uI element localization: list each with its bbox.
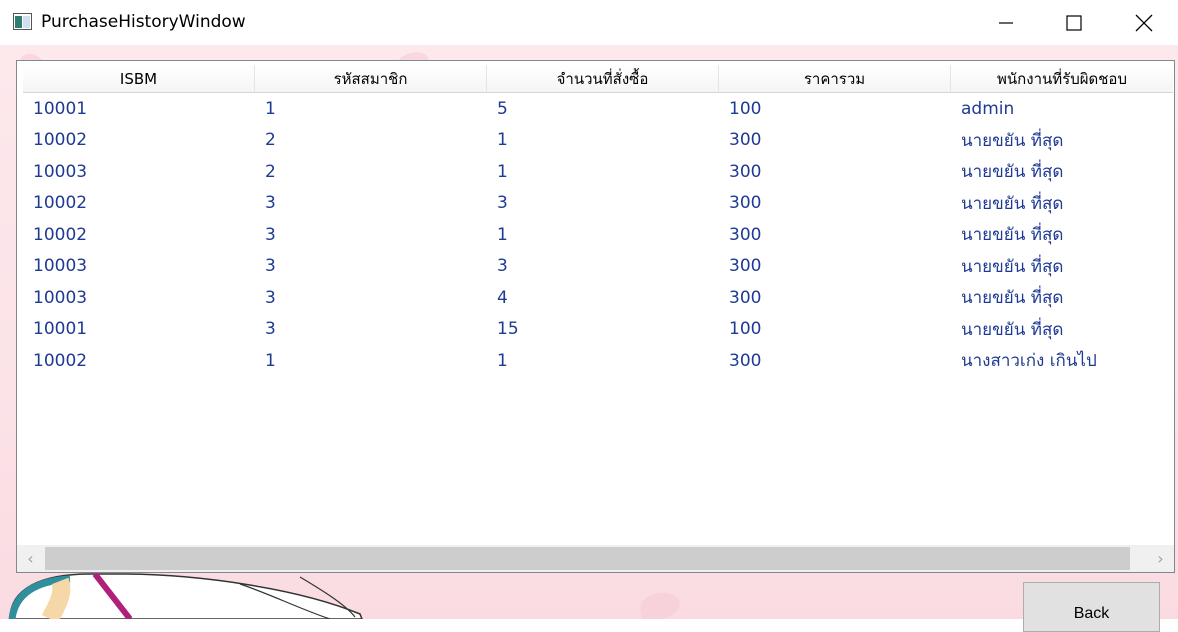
- cell-total-price: 300: [729, 224, 762, 245]
- cell-member-id: 3: [265, 256, 276, 277]
- maximize-icon: [1066, 14, 1082, 31]
- cell-isbm: 10002: [33, 350, 88, 371]
- cell-isbm: 10001: [33, 98, 88, 119]
- cell-staff: นายขยัน ที่สุด: [961, 162, 1064, 183]
- cell-quantity: 4: [497, 287, 508, 308]
- cell-staff: นายขยัน ที่สุด: [961, 130, 1064, 151]
- purchase-history-grid[interactable]: ISBM รหัสสมาชิก จำนวนที่สั่งซื้อ ราคารวม…: [16, 60, 1175, 573]
- cell-total-price: 300: [729, 350, 762, 371]
- close-icon: [1135, 14, 1153, 31]
- close-button[interactable]: [1121, 0, 1167, 45]
- table-row[interactable]: 10002 3 1 300 นายขยัน ที่สุด: [23, 219, 1173, 251]
- minimize-button[interactable]: [983, 0, 1029, 45]
- minimize-icon: [999, 21, 1013, 24]
- cell-total-price: 300: [729, 287, 762, 308]
- grid-rows: 10001 1 5 100 admin 10002 2 1 300 นายขยัน ที่สุด 1…: [23, 93, 1173, 377]
- cell-total-price: 100: [729, 98, 762, 119]
- cell-staff: admin: [961, 98, 1015, 119]
- scroll-thumb[interactable]: [45, 547, 1130, 570]
- cell-member-id: 3: [265, 224, 276, 245]
- cell-member-id: 2: [265, 130, 276, 151]
- grid-header: ISBM รหัสสมาชิก จำนวนที่สั่งซื้อ ราคารวม…: [23, 65, 1173, 93]
- cell-staff: นางสาวเก่ง เกินไป: [961, 351, 1097, 372]
- cell-isbm: 10001: [33, 319, 88, 340]
- table-row[interactable]: 10003 2 1 300 นายขยัน ที่สุด: [23, 156, 1173, 188]
- cell-isbm: 10002: [33, 193, 88, 214]
- cell-quantity: 3: [497, 256, 508, 277]
- back-button[interactable]: Back: [1023, 582, 1160, 632]
- cell-isbm: 10003: [33, 287, 88, 308]
- table-row[interactable]: 10003 3 3 300 นายขยัน ที่สุด: [23, 251, 1173, 283]
- cell-quantity: 1: [497, 350, 508, 371]
- cell-staff: นายขยัน ที่สุด: [961, 319, 1064, 340]
- cell-isbm: 10002: [33, 130, 88, 151]
- column-header-isbm[interactable]: ISBM: [23, 65, 255, 93]
- cell-isbm: 10003: [33, 161, 88, 182]
- cell-staff: นายขยัน ที่สุด: [961, 256, 1064, 277]
- cell-member-id: 2: [265, 161, 276, 182]
- cell-quantity: 5: [497, 98, 508, 119]
- cell-member-id: 3: [265, 193, 276, 214]
- column-header-total-price[interactable]: ราคารวม: [719, 65, 951, 93]
- table-row[interactable]: 10002 3 3 300 นายขยัน ที่สุด: [23, 188, 1173, 220]
- table-row[interactable]: 10003 3 4 300 นายขยัน ที่สุด: [23, 282, 1173, 314]
- table-row[interactable]: 10002 1 1 300 นางสาวเก่ง เกินไป: [23, 345, 1173, 377]
- title-bar: PurchaseHistoryWindow: [0, 0, 1178, 45]
- table-row[interactable]: 10002 2 1 300 นายขยัน ที่สุด: [23, 125, 1173, 157]
- cell-staff: นายขยัน ที่สุด: [961, 288, 1064, 309]
- column-header-quantity[interactable]: จำนวนที่สั่งซื้อ: [487, 65, 719, 93]
- cell-isbm: 10002: [33, 224, 88, 245]
- scroll-left-button[interactable]: ‹: [17, 545, 44, 572]
- cell-isbm: 10003: [33, 256, 88, 277]
- book-illustration: [8, 572, 363, 619]
- cell-total-price: 300: [729, 256, 762, 277]
- cell-quantity: 1: [497, 161, 508, 182]
- window-title: PurchaseHistoryWindow: [41, 12, 246, 32]
- cell-quantity: 1: [497, 224, 508, 245]
- column-header-member-id[interactable]: รหัสสมาชิก: [255, 65, 487, 93]
- horizontal-scrollbar[interactable]: ‹ ›: [17, 545, 1174, 572]
- cell-member-id: 3: [265, 319, 276, 340]
- cell-member-id: 1: [265, 98, 276, 119]
- cell-member-id: 1: [265, 350, 276, 371]
- cell-quantity: 3: [497, 193, 508, 214]
- window-app-icon: [13, 13, 32, 30]
- scroll-right-button[interactable]: ›: [1147, 545, 1174, 572]
- cell-quantity: 15: [497, 319, 519, 340]
- cell-total-price: 300: [729, 161, 762, 182]
- cell-total-price: 300: [729, 193, 762, 214]
- maximize-button[interactable]: [1051, 0, 1097, 45]
- table-row[interactable]: 10001 3 15 100 นายขยัน ที่สุด: [23, 314, 1173, 346]
- cell-staff: นายขยัน ที่สุด: [961, 225, 1064, 246]
- cell-member-id: 3: [265, 287, 276, 308]
- cell-quantity: 1: [497, 130, 508, 151]
- cell-staff: นายขยัน ที่สุด: [961, 193, 1064, 214]
- cell-total-price: 100: [729, 319, 762, 340]
- column-header-staff[interactable]: พนักงานที่รับผิดชอบ: [951, 65, 1173, 93]
- cell-total-price: 300: [729, 130, 762, 151]
- table-row[interactable]: 10001 1 5 100 admin: [23, 93, 1173, 125]
